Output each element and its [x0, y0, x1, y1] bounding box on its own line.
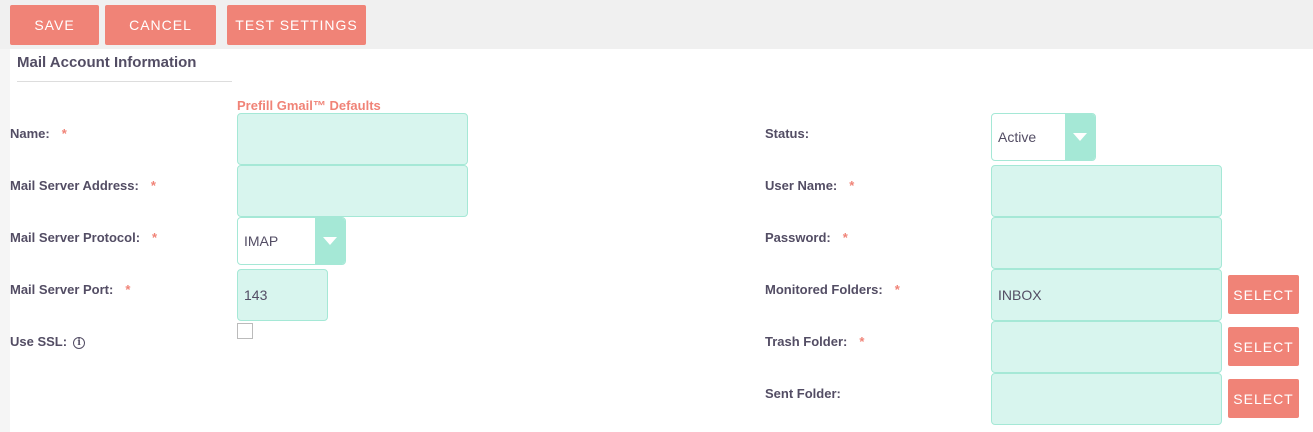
required-marker: * [842, 230, 848, 245]
user-name-label: User Name: * [765, 178, 855, 193]
server-address-label: Mail Server Address: * [10, 178, 156, 193]
password-label: Password: * [765, 230, 848, 245]
required-marker: * [152, 230, 158, 245]
select-trash-folder-button[interactable]: SELECT [1228, 327, 1299, 366]
info-icon[interactable]: i [73, 336, 86, 349]
status-value: Active [998, 129, 1037, 145]
server-address-input[interactable] [237, 165, 468, 217]
required-marker: * [849, 178, 855, 193]
trash-folder-label: Trash Folder: * [765, 334, 865, 349]
panel-title: Mail Account Information [17, 54, 197, 71]
title-divider [17, 81, 232, 82]
chevron-down-icon[interactable] [315, 218, 345, 264]
select-monitored-folders-button[interactable]: SELECT [1228, 275, 1299, 314]
user-name-input[interactable] [991, 165, 1222, 217]
protocol-select[interactable]: IMAP [237, 217, 346, 265]
name-label: Name: * [10, 126, 67, 141]
chevron-down-icon[interactable] [1065, 114, 1095, 160]
port-label: Mail Server Port: * [10, 282, 131, 297]
required-marker: * [859, 334, 865, 349]
sent-folder-label: Sent Folder: [765, 386, 841, 401]
select-sent-folder-button[interactable]: SELECT [1228, 379, 1299, 418]
port-input[interactable]: 143 [237, 269, 328, 321]
use-ssl-checkbox[interactable] [237, 323, 253, 339]
monitored-folders-input[interactable]: INBOX [991, 269, 1222, 321]
test-settings-button[interactable]: TEST SETTINGS [227, 5, 366, 45]
sent-folder-input[interactable] [991, 373, 1222, 425]
status-label: Status: [765, 126, 810, 141]
required-marker: * [150, 178, 156, 193]
trash-folder-input[interactable] [991, 321, 1222, 373]
save-button[interactable]: SAVE [10, 5, 99, 45]
status-select[interactable]: Active [991, 113, 1096, 161]
required-marker: * [125, 282, 131, 297]
prefill-gmail-link[interactable]: Prefill Gmail™ Defaults [237, 98, 381, 113]
cancel-button[interactable]: CANCEL [105, 5, 216, 45]
required-marker: * [894, 282, 900, 297]
ssl-label: Use SSL: i [10, 334, 86, 349]
protocol-label: Mail Server Protocol: * [10, 230, 158, 245]
protocol-value: IMAP [244, 233, 279, 249]
action-toolbar: SAVE CANCEL TEST SETTINGS [0, 0, 1313, 49]
password-input[interactable] [991, 217, 1222, 269]
name-input[interactable] [237, 113, 468, 165]
monitored-folders-label: Monitored Folders: * [765, 282, 900, 297]
required-marker: * [61, 126, 67, 141]
